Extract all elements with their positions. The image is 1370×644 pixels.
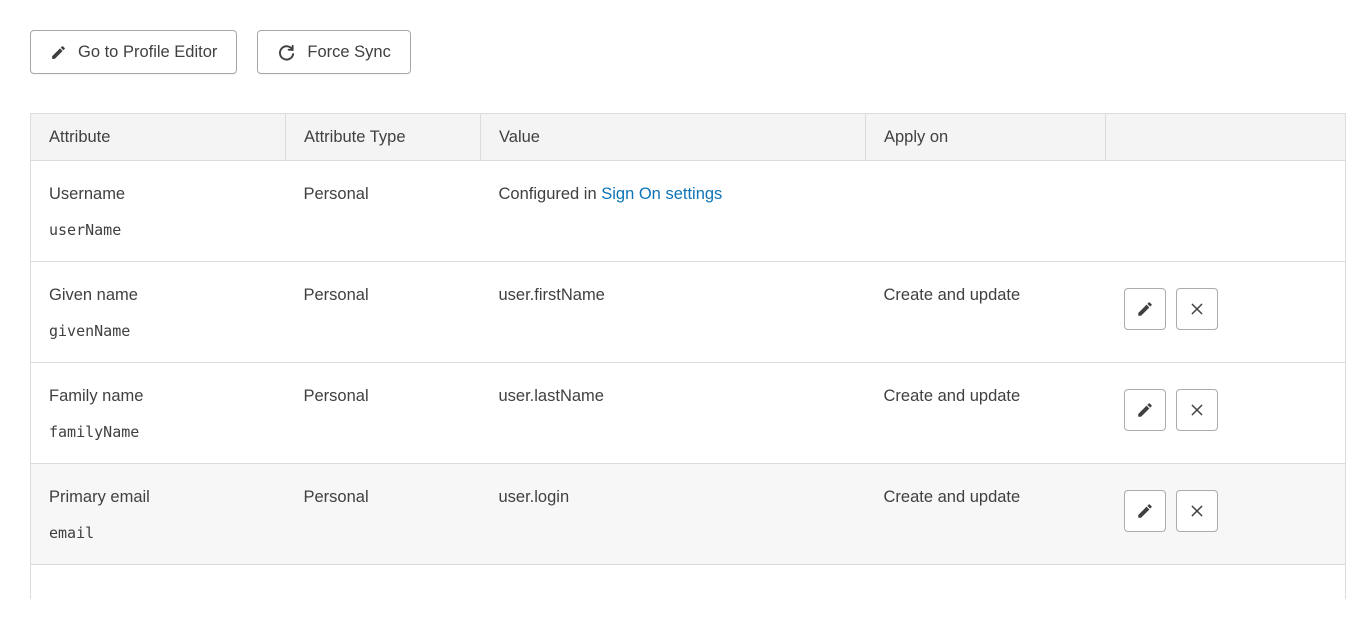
cell-value: Configured in Sign On settings (481, 161, 866, 262)
attribute-name: userName (49, 221, 270, 239)
cell-attribute-type: Personal (286, 363, 481, 464)
value-prefix: Configured in (499, 185, 602, 203)
cell-apply-on: Create and update (866, 464, 1106, 565)
cell-attribute: Username userName (31, 161, 286, 262)
attribute-label: Family name (49, 387, 270, 406)
attribute-label: Given name (49, 286, 270, 305)
force-sync-button[interactable]: Force Sync (257, 30, 410, 74)
cell-value: user.login (481, 464, 866, 565)
go-to-profile-editor-label: Go to Profile Editor (78, 43, 217, 62)
refresh-icon (277, 43, 296, 62)
attribute-name: email (49, 524, 270, 542)
cell-value: user.firstName (481, 262, 866, 363)
cell-actions (1106, 363, 1346, 464)
header-actions (1106, 114, 1346, 161)
delete-mapping-button[interactable] (1176, 288, 1218, 330)
delete-mapping-button[interactable] (1176, 490, 1218, 532)
cell-actions (1106, 464, 1346, 565)
x-icon (1189, 503, 1205, 519)
edit-mapping-button[interactable] (1124, 490, 1166, 532)
table-header-row: Attribute Attribute Type Value Apply on (31, 114, 1346, 161)
attribute-name: givenName (49, 322, 270, 340)
cell-value: user.lastName (481, 363, 866, 464)
row-actions (1124, 387, 1330, 431)
cell-empty (31, 565, 1346, 599)
cell-attribute-type: Personal (286, 262, 481, 363)
cell-attribute: Primary email email (31, 464, 286, 565)
cell-apply-on: Create and update (866, 262, 1106, 363)
pencil-icon (1136, 401, 1154, 419)
header-attribute: Attribute (31, 114, 286, 161)
row-actions (1124, 488, 1330, 532)
cell-attribute-type: Personal (286, 464, 481, 565)
cell-attribute-type: Personal (286, 161, 481, 262)
attribute-mapping-table: Attribute Attribute Type Value Apply on … (30, 113, 1346, 599)
table-row-primary-email: Primary email email Personal user.login … (31, 464, 1346, 565)
edit-mapping-button[interactable] (1124, 288, 1166, 330)
edit-mapping-button[interactable] (1124, 389, 1166, 431)
cell-attribute: Family name familyName (31, 363, 286, 464)
attribute-label: Primary email (49, 488, 270, 507)
pencil-icon (1136, 502, 1154, 520)
force-sync-label: Force Sync (307, 43, 390, 62)
attribute-label: Username (49, 185, 270, 204)
pencil-icon (50, 44, 67, 61)
x-icon (1189, 402, 1205, 418)
cell-actions (1106, 161, 1346, 262)
go-to-profile-editor-button[interactable]: Go to Profile Editor (30, 30, 237, 74)
attribute-mappings-page: Go to Profile Editor Force Sync Attribut… (0, 0, 1370, 644)
toolbar: Go to Profile Editor Force Sync (30, 30, 1345, 74)
table-row-username: Username userName Personal Configured in… (31, 161, 1346, 262)
table-row-given-name: Given name givenName Personal user.first… (31, 262, 1346, 363)
delete-mapping-button[interactable] (1176, 389, 1218, 431)
cell-apply-on (866, 161, 1106, 262)
row-actions (1124, 286, 1330, 330)
table-row-partial (31, 565, 1346, 599)
cell-apply-on: Create and update (866, 363, 1106, 464)
sign-on-settings-link[interactable]: Sign On settings (601, 185, 722, 203)
pencil-icon (1136, 300, 1154, 318)
cell-actions (1106, 262, 1346, 363)
attribute-name: familyName (49, 423, 270, 441)
header-attribute-type: Attribute Type (286, 114, 481, 161)
table-row-family-name: Family name familyName Personal user.las… (31, 363, 1346, 464)
x-icon (1189, 301, 1205, 317)
header-value: Value (481, 114, 866, 161)
header-apply-on: Apply on (866, 114, 1106, 161)
cell-attribute: Given name givenName (31, 262, 286, 363)
